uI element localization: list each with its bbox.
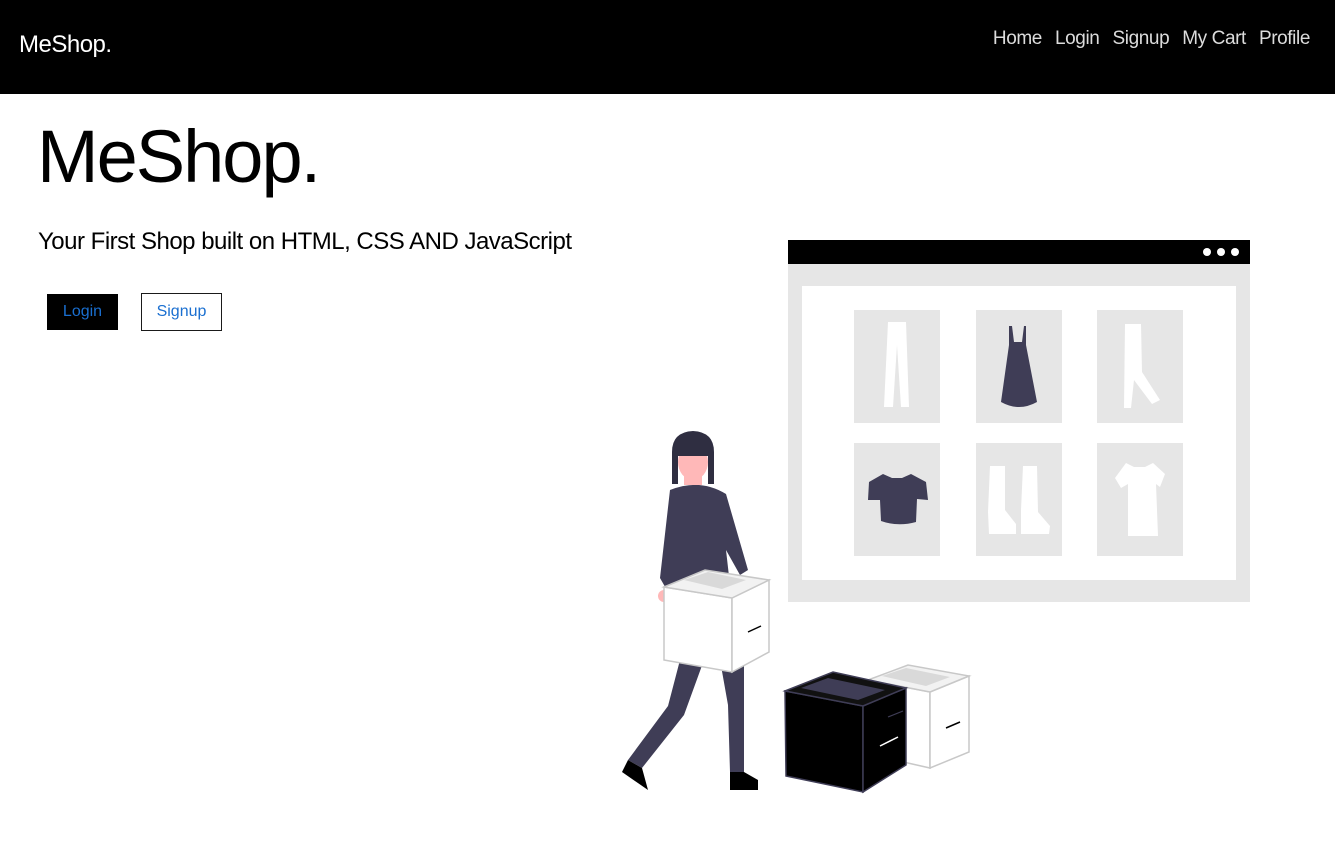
shopper-figure-graphic: [622, 431, 772, 790]
brand-logo[interactable]: MeShop.: [19, 31, 112, 59]
nav-profile-link[interactable]: Profile: [1259, 28, 1310, 50]
hero-title: MeShop.: [37, 115, 321, 198]
signup-button[interactable]: Signup: [141, 293, 222, 331]
nav-signup-link[interactable]: Signup: [1112, 28, 1169, 50]
login-button[interactable]: Login: [47, 294, 118, 330]
boxes-graphic: [782, 664, 972, 794]
online-shopping-illustration: [622, 240, 1250, 794]
nav-links: Home Login Signup My Cart Profile: [993, 28, 1311, 50]
nav-cart-link[interactable]: My Cart: [1182, 28, 1246, 50]
nav-login-link[interactable]: Login: [1055, 28, 1100, 50]
top-navbar: MeShop. Home Login Signup My Cart Profil…: [0, 0, 1335, 94]
nav-home-link[interactable]: Home: [993, 28, 1042, 50]
hero-subtitle: Your First Shop built on HTML, CSS AND J…: [38, 228, 572, 255]
